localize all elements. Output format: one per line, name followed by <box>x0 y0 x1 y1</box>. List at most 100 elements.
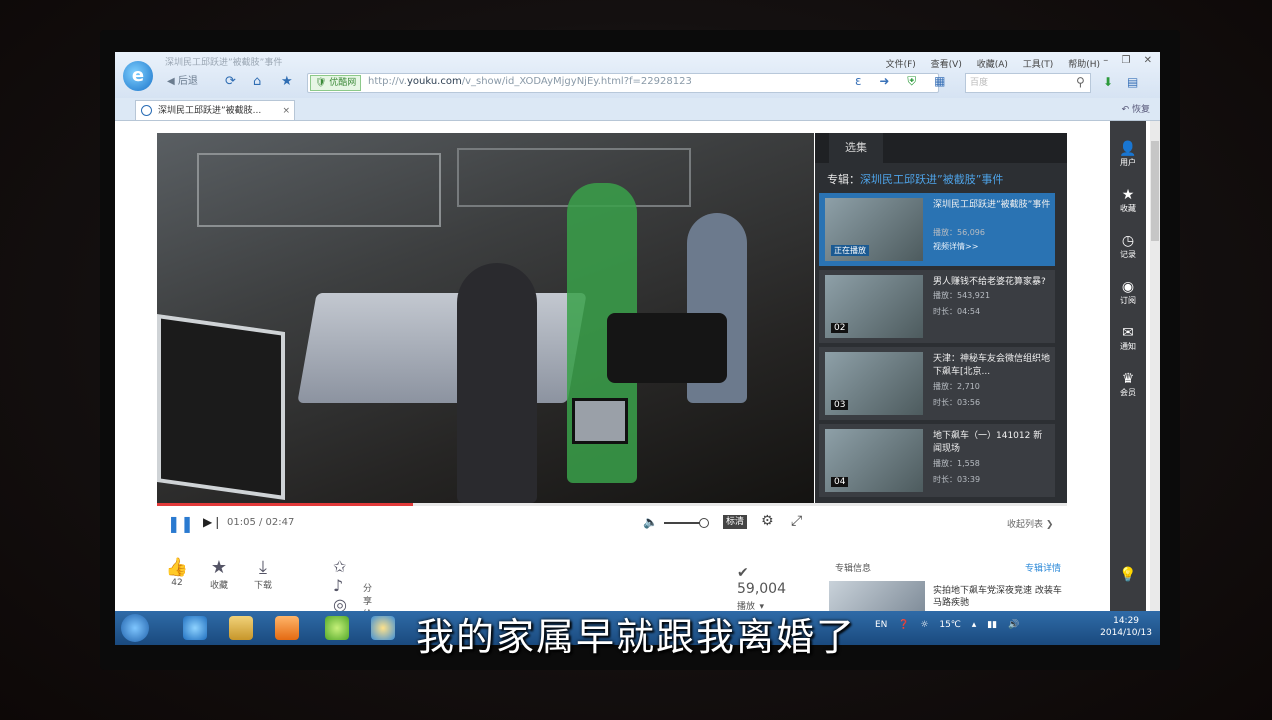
window-title: 深圳民工邱跃进”被截肢”事件 <box>165 58 283 68</box>
episode-number: 02 <box>831 323 849 333</box>
favorite-button[interactable]: ★ 收藏 <box>199 557 239 591</box>
clock-icon: ◷ <box>1121 233 1135 249</box>
quality-button[interactable]: 标清 <box>723 515 748 529</box>
video-thumbnail: 正在播放 <box>825 198 923 261</box>
youku-tab-icon <box>141 105 152 116</box>
restore-button[interactable]: ↶ 恢复 <box>1122 102 1150 115</box>
screen: e 深圳民工邱跃进”被截肢”事件 文件(F) 查看(V) 收藏(A) 工具(T)… <box>115 52 1160 645</box>
download-button[interactable]: ⤓ 下载 <box>243 557 283 591</box>
playlist-item-title: 深圳民工邱跃进”被截肢”事件 <box>933 200 1051 210</box>
fullscreen-icon[interactable]: ⤢ <box>791 513 802 529</box>
album-details-link[interactable]: 专辑详情 <box>1025 561 1061 574</box>
playlist-tabs: 选集 <box>815 133 1067 163</box>
star-icon: ★ <box>1121 187 1135 203</box>
url-text: http://v.youku.com/v_show/id_XODAyMjgyNj… <box>368 76 692 87</box>
episode-number: 04 <box>831 477 849 487</box>
favorite-label: 收藏 <box>209 581 228 591</box>
side-rail: 👤 用户 ★ 收藏 ◷ 记录 ◉ 订阅 ✉ 通知 ♛ 会员 💡 <box>1110 121 1146 611</box>
rail-subscribe[interactable]: ◉ 订阅 <box>1110 279 1146 306</box>
collapse-list-button[interactable]: 收起列表 ❯ <box>1007 517 1053 530</box>
page-content: 选集 专辑：深圳民工邱跃进”被截肢”事件 正在播放 深圳民工邱跃进”被截肢”事件… <box>115 121 1160 645</box>
rss-icon: ◉ <box>1121 279 1135 295</box>
video-scene-shelf <box>197 153 441 227</box>
volume-slider[interactable] <box>664 522 702 524</box>
gear-icon[interactable]: ⚙ <box>761 513 774 529</box>
crown-icon: ♛ <box>1121 371 1135 387</box>
next-icon[interactable]: ▶❘ <box>203 515 222 529</box>
video-scene-bed <box>297 293 587 403</box>
like-count: 42 <box>171 578 183 588</box>
video-frame[interactable] <box>157 133 814 503</box>
go-arrow-icon[interactable]: ➜ <box>879 74 889 88</box>
secure-badge: 🛡 优酷网 <box>310 75 362 91</box>
playlist-item-duration: 时长：04:54 <box>933 307 981 316</box>
video-scene-camera-screen <box>572 398 628 444</box>
menu-bar: 文件(F) 查看(V) 收藏(A) 工具(T) 帮助(H) <box>874 57 1100 70</box>
menu-favorites[interactable]: 收藏(A) <box>977 60 1008 70</box>
app-grid-icon[interactable]: ▦ <box>934 74 945 88</box>
episode-number: 03 <box>831 400 849 410</box>
tool-icons: ɛ ➜ ⛨ ▦ <box>855 74 959 89</box>
tab-close-icon[interactable]: × <box>282 101 290 121</box>
playlist-item-plays: 播放：56,096 <box>933 228 985 237</box>
app-icon[interactable]: ▤ <box>1127 75 1138 89</box>
tab-episodes[interactable]: 选集 <box>829 133 883 163</box>
video-thumbnail: 02 <box>825 275 923 338</box>
playlist-item[interactable]: 02 男人赚钱不给老婆花算家暴? 播放：543,921 时长：04:54 <box>819 270 1055 343</box>
playlist-item[interactable]: 03 天津：神秘车友会微信组织地下飙车[北京... 播放：2,710 时长：03… <box>819 347 1055 420</box>
playlist-item-plays: 播放：2,710 <box>933 382 980 391</box>
volume-icon[interactable]: 🔈 <box>643 515 658 529</box>
pause-icon[interactable]: ❚❚ <box>167 514 194 533</box>
refresh-icon[interactable]: ⟳ <box>225 73 236 91</box>
playlist-item-title: 天津：神秘车友会微信组织地下飙车[北京... <box>933 354 1051 377</box>
download-icon: ⤓ <box>259 557 267 578</box>
search-icon[interactable]: ⚲ <box>1076 75 1085 89</box>
search-input[interactable]: 百度 <box>965 73 1091 93</box>
progress-bar[interactable] <box>157 503 414 506</box>
volume-knob[interactable] <box>699 518 709 528</box>
scrollbar[interactable] <box>1150 121 1160 611</box>
playlist-item[interactable]: 正在播放 深圳民工邱跃进”被截肢”事件 播放：56,096 视频详情>> <box>819 193 1055 266</box>
video-details-link[interactable]: 视频详情>> <box>933 241 978 252</box>
like-button[interactable]: 👍 42 <box>157 557 197 588</box>
download-icon[interactable]: ⬇ <box>1103 75 1113 89</box>
player-controls: ❚❚ ▶❘ 01:05 / 02:47 🔈 标清 ⚙ ⤢ 收起列表 ❯ <box>157 503 1067 540</box>
home-icon[interactable]: ⌂ <box>253 73 261 91</box>
thumbs-up-icon: 👍 <box>165 557 189 578</box>
menu-tools[interactable]: 工具(T) <box>1023 60 1054 70</box>
qzone-star-icon[interactable]: ✩ <box>333 557 346 576</box>
compat-icon[interactable]: ɛ <box>855 74 862 88</box>
playlist-item-duration: 时长：03:56 <box>933 398 981 407</box>
bulb-icon[interactable]: 💡 <box>1110 567 1146 583</box>
views-icon: ✔ <box>737 565 749 581</box>
star-icon[interactable]: ★ <box>281 73 293 91</box>
menu-view[interactable]: 查看(V) <box>931 60 962 70</box>
time-display: 01:05 / 02:47 <box>227 517 295 528</box>
maximize-icon[interactable]: ❐ <box>1121 55 1130 66</box>
rail-vip[interactable]: ♛ 会员 <box>1110 371 1146 398</box>
album-info: 专辑信息 专辑详情 实拍地下飙车党深夜竞速 改装车马路疾驰 <box>829 561 1075 621</box>
playlist-item[interactable]: 04 地下飙车（一）141012 新闻现场 播放：1,558 时长：03:39 <box>819 424 1055 497</box>
qq-icon[interactable]: ♪ <box>333 576 343 595</box>
tab-youku[interactable]: 深圳民工邱跃进”被截肢... × <box>135 100 295 120</box>
star-icon: ★ <box>210 557 228 578</box>
rail-user[interactable]: 👤 用户 <box>1110 141 1146 168</box>
rail-notify[interactable]: ✉ 通知 <box>1110 325 1146 352</box>
shield-icon[interactable]: ⛨ <box>907 74 916 88</box>
back-button[interactable]: ◀ 后退 <box>167 73 198 91</box>
close-icon[interactable]: ✕ <box>1144 55 1152 66</box>
scrollbar-thumb[interactable] <box>1151 141 1159 241</box>
video-thumbnail: 03 <box>825 352 923 415</box>
menu-file[interactable]: 文件(F) <box>886 60 916 70</box>
window-controls: – ❐ ✕ <box>1093 55 1152 66</box>
video-thumbnail: 04 <box>825 429 923 492</box>
playlist-album: 专辑：深圳民工邱跃进”被截肢”事件 <box>827 173 1004 186</box>
minimize-icon[interactable]: – <box>1103 55 1108 66</box>
rail-favorites[interactable]: ★ 收藏 <box>1110 187 1146 214</box>
playlist-item-duration: 时长：03:39 <box>933 475 981 484</box>
browser-toolbar: e 深圳民工邱跃进”被截肢”事件 文件(F) 查看(V) 收藏(A) 工具(T)… <box>115 52 1160 98</box>
download-label: 下载 <box>253 581 272 591</box>
rail-history[interactable]: ◷ 记录 <box>1110 233 1146 260</box>
playlist-item-plays: 播放：543,921 <box>933 291 991 300</box>
address-bar[interactable]: 🛡 优酷网 http://v.youku.com/v_show/id_XODAy… <box>307 73 939 93</box>
